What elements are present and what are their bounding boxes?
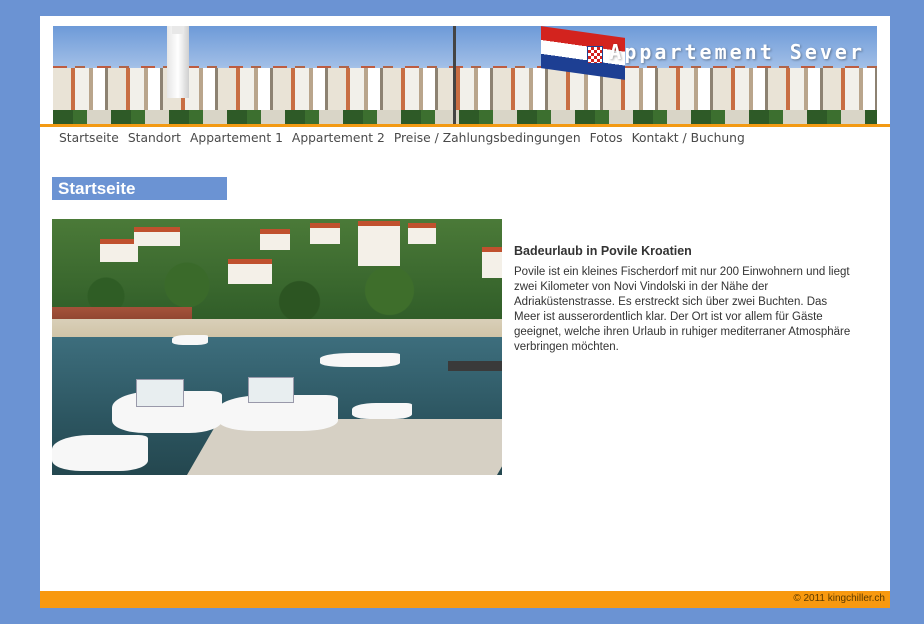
- site-title: Appartement Sever: [609, 40, 865, 64]
- nav-item-appartement-1[interactable]: Appartement 1: [190, 131, 283, 149]
- nav-item-appartement-2[interactable]: Appartement 2: [292, 131, 385, 149]
- harbor-photo: [52, 219, 502, 475]
- main-navigation: Startseite Standort Appartement 1 Appart…: [59, 131, 754, 149]
- article-title: Badeurlaub in Povile Kroatien: [514, 244, 692, 258]
- boat: [172, 335, 208, 345]
- boat: [352, 403, 412, 419]
- nav-item-startseite[interactable]: Startseite: [59, 131, 119, 149]
- page-heading: Startseite: [52, 177, 227, 200]
- boat: [52, 435, 148, 471]
- article-body: Povile ist ein kleines Fischerdorf mit n…: [514, 266, 851, 353]
- nav-item-kontakt[interactable]: Kontakt / Buchung: [632, 131, 745, 149]
- nav-item-preise[interactable]: Preise / Zahlungsbedingungen: [394, 131, 581, 149]
- nav-item-standort[interactable]: Standort: [128, 131, 181, 149]
- boat: [320, 353, 400, 367]
- footer-copyright: © 2011 kingchiller.ch: [793, 593, 885, 604]
- header-banner-image: Appartement Sever: [53, 26, 877, 124]
- footer-bar: © 2011 kingchiller.ch: [40, 591, 890, 608]
- nav-item-fotos[interactable]: Fotos: [590, 131, 623, 149]
- header-divider: [40, 124, 890, 127]
- church-tower: [167, 26, 189, 98]
- croatian-crest-icon: [587, 46, 603, 64]
- page-container: Appartement Sever Startseite Standort Ap…: [40, 16, 890, 608]
